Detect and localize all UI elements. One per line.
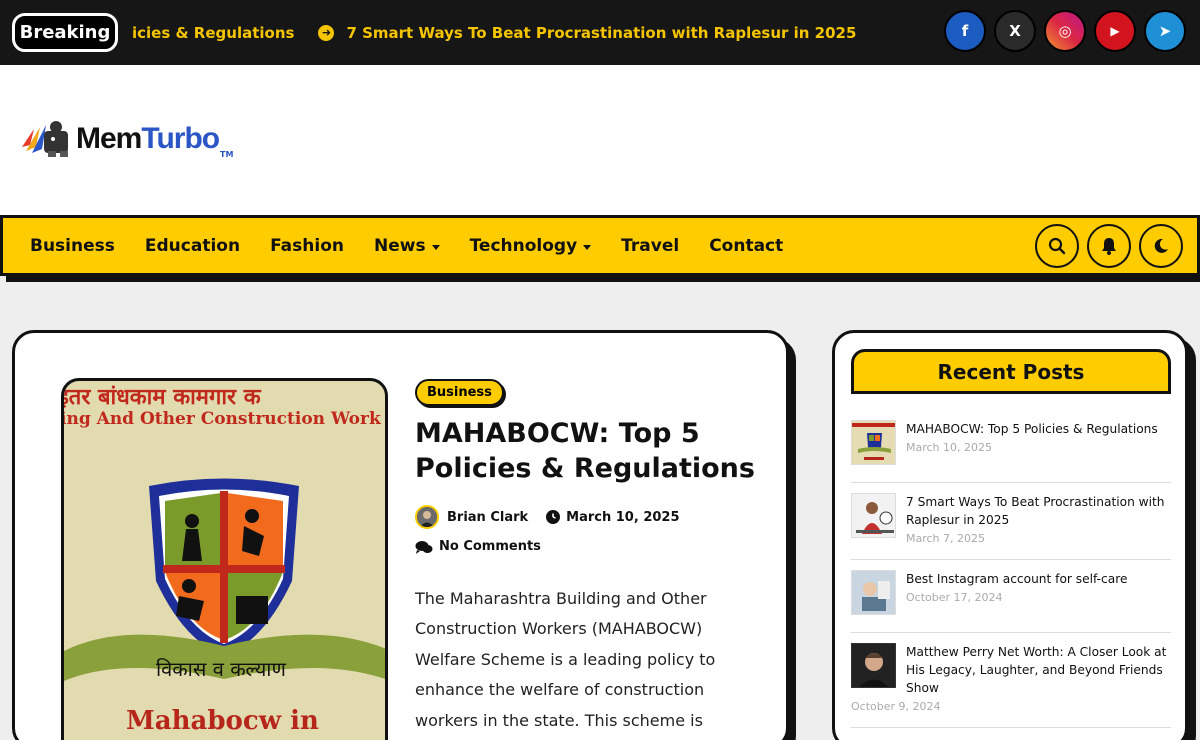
top-bar: Breaking icies & Regulations ➜ 7 Smart W… (0, 0, 1200, 65)
post-date[interactable]: March 10, 2025 (566, 510, 679, 525)
nav-item-technology[interactable]: Technology (470, 236, 592, 256)
shield-emblem-icon (64, 478, 385, 681)
widget-title: Recent Posts (851, 349, 1171, 394)
comments-link[interactable]: No Comments (439, 539, 541, 554)
ticker-item[interactable]: icies & Regulations (132, 24, 294, 42)
post-meta: Brian Clark March 10, 2025 (415, 505, 680, 529)
caret-down-icon (431, 244, 440, 250)
breaking-badge: Breaking (12, 13, 118, 52)
bell-icon (1102, 238, 1116, 255)
nav-item-news[interactable]: News (374, 236, 440, 256)
site-logo[interactable]: MemTurbo TM (20, 117, 233, 161)
post-thumbnail[interactable]: इतर बांधकाम कामगार क ing And Other Const… (61, 378, 388, 740)
list-item: Matthew Perry Net Worth: A Closer Look a… (851, 633, 1171, 728)
thumbnail-text-sub: ing And Other Construction Work (61, 409, 381, 429)
comments-icon (415, 540, 433, 554)
author-avatar (415, 505, 439, 529)
social-links: f X ◎ ▶ ➤ (944, 10, 1186, 52)
recent-post-title[interactable]: 7 Smart Ways To Beat Procrastination wit… (906, 493, 1171, 529)
recent-post-title[interactable]: Matthew Perry Net Worth: A Closer Look a… (906, 643, 1171, 697)
arrow-right-icon: ➜ (318, 24, 335, 41)
recent-post-title[interactable]: MAHABOCW: Top 5 Policies & Regulations (906, 420, 1171, 438)
search-icon (1048, 237, 1066, 255)
youtube-icon[interactable]: ▶ (1094, 10, 1136, 52)
nav-item-contact[interactable]: Contact (709, 236, 783, 256)
author-link[interactable]: Brian Clark (447, 510, 528, 525)
ticker-item[interactable]: 7 Smart Ways To Beat Procrastination wit… (346, 24, 856, 42)
recent-post-thumbnail[interactable] (851, 643, 896, 688)
dark-mode-toggle[interactable] (1139, 224, 1183, 268)
category-badge[interactable]: Business (415, 379, 504, 406)
recent-post-thumbnail[interactable] (851, 420, 896, 465)
nav-item-business[interactable]: Business (30, 236, 115, 256)
list-item: Best Instagram account for self-care Oct… (851, 560, 1171, 633)
recent-post-title[interactable]: Best Instagram account for self-care (906, 570, 1171, 588)
notifications-button[interactable] (1087, 224, 1131, 268)
nav-item-education[interactable]: Education (145, 236, 240, 256)
recent-posts-widget: Recent Posts MAHABOCW: Top 5 Policies & … (832, 330, 1188, 740)
facebook-icon[interactable]: f (944, 10, 986, 52)
trademark-mark: TM (220, 150, 234, 159)
recent-post-thumbnail[interactable] (851, 570, 896, 615)
main-nav: Business Education Fashion News Technolo… (0, 215, 1200, 276)
post-comments: No Comments (415, 539, 541, 554)
turbo-mascot-icon (20, 117, 74, 161)
header-logo-area: MemTurbo TM (0, 65, 1200, 215)
recent-post-date: October 17, 2024 (906, 591, 1003, 604)
telegram-icon[interactable]: ➤ (1144, 10, 1186, 52)
logo-wordmark: MemTurbo (76, 122, 220, 155)
moon-icon (1154, 238, 1168, 253)
instagram-icon[interactable]: ◎ (1044, 10, 1086, 52)
list-item: 7 Smart Ways To Beat Procrastination wit… (851, 483, 1171, 560)
recent-post-date: March 10, 2025 (906, 441, 993, 454)
clock-icon (546, 510, 561, 524)
featured-post-card: इतर बांधकाम कामगार क ing And Other Const… (12, 330, 789, 740)
nav-item-fashion[interactable]: Fashion (270, 236, 344, 256)
thumbnail-text-top: इतर बांधकाम कामगार क (61, 384, 261, 410)
post-excerpt: The Maharashtra Building and Other Const… (415, 589, 716, 730)
news-ticker: icies & Regulations ➜ 7 Smart Ways To Be… (132, 0, 892, 65)
recent-post-thumbnail[interactable] (851, 493, 896, 538)
caret-down-icon (583, 244, 592, 250)
recent-post-date: October 9, 2024 (851, 700, 941, 713)
search-button[interactable] (1035, 224, 1079, 268)
recent-posts-list: MAHABOCW: Top 5 Policies & Regulations M… (851, 410, 1171, 728)
post-title[interactable]: MAHABOCW: Top 5 Policies & Regulations (415, 416, 755, 486)
recent-post-date: March 7, 2025 (906, 532, 986, 545)
x-icon[interactable]: X (994, 10, 1036, 52)
thumbnail-text-bottom: Mahabocw in (126, 706, 319, 736)
list-item: MAHABOCW: Top 5 Policies & Regulations M… (851, 410, 1171, 483)
nav-item-travel[interactable]: Travel (621, 236, 679, 256)
thumbnail-ribbon-text: विकास व कल्याण (156, 657, 286, 681)
